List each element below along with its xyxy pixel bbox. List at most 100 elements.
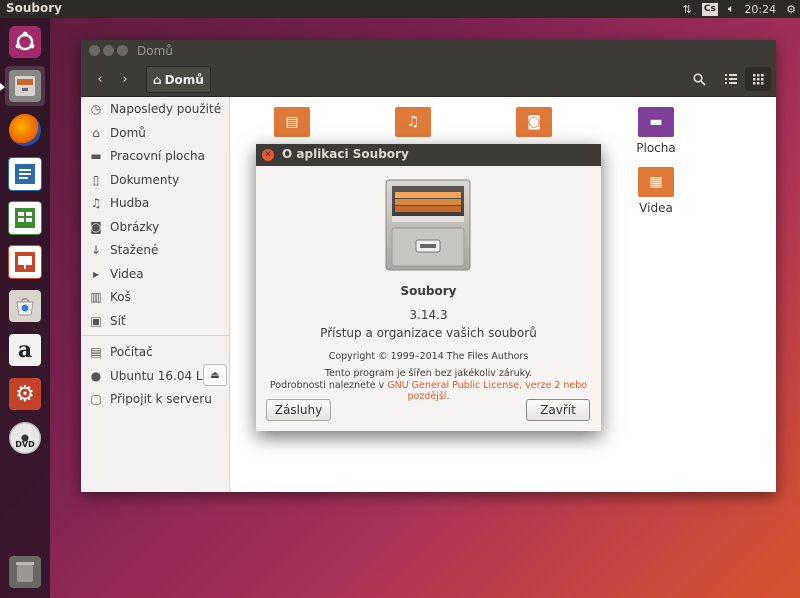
folder-item-videos[interactable]: ▦ Videa xyxy=(616,167,696,215)
home-icon: ⌂ xyxy=(92,126,100,140)
grid-view-icon xyxy=(752,73,763,84)
disc-icon: ● xyxy=(90,369,102,383)
launcher-dvd[interactable]: DVD xyxy=(5,418,45,458)
app-description: Přístup a organizace vašich souborů xyxy=(320,326,537,340)
network-icon: ▣ xyxy=(90,314,102,328)
breadcrumb-home: Domů xyxy=(164,72,204,87)
sidebar-item-label: Obrázky xyxy=(110,220,160,234)
sidebar: ◷ Naposledy použité ⌂ Domů ▬ Pracovní ploch… xyxy=(81,97,230,492)
copyright-text: Copyright © 1999–2014 The Files Authors xyxy=(328,351,529,362)
folder-label: Plocha xyxy=(636,141,676,155)
file-cabinet-icon xyxy=(384,178,472,272)
list-view-icon xyxy=(725,74,737,84)
toolbar: ‹ › ⌂ Domů xyxy=(81,62,776,97)
ubuntu-logo-icon xyxy=(9,26,41,58)
search-icon xyxy=(692,72,706,86)
dialog-title: O aplikaci Soubory xyxy=(282,147,409,161)
sidebar-item-home[interactable]: ⌂ Domů xyxy=(81,122,229,144)
folder-item[interactable]: ◙ xyxy=(494,107,574,141)
sidebar-item-connect-server[interactable]: ▢ Připojit k serveru xyxy=(81,388,229,410)
libreoffice-calc-icon xyxy=(8,201,42,235)
home-icon: ⌂ xyxy=(153,72,162,87)
amazon-icon: a xyxy=(9,334,41,366)
grid-view-button[interactable] xyxy=(745,67,771,91)
sidebar-item-label: Ubuntu 16.04 L... xyxy=(110,369,215,383)
top-panel-title: Soubory xyxy=(6,1,63,15)
window-minimize-button[interactable] xyxy=(103,45,114,56)
license-suffix: . xyxy=(446,391,450,402)
software-center-icon xyxy=(9,290,41,322)
music-folder-icon: ♫ xyxy=(395,107,431,137)
window-maximize-button[interactable] xyxy=(117,45,128,56)
video-folder-icon: ▦ xyxy=(638,167,674,197)
download-icon: ↓ xyxy=(90,243,102,257)
launcher-software[interactable] xyxy=(5,286,45,326)
sidebar-item-music[interactable]: ♫ Hudba xyxy=(81,192,229,214)
launcher-settings[interactable]: ⚙ xyxy=(5,374,45,414)
trash-icon: ▥ xyxy=(90,290,102,304)
file-cabinet-icon xyxy=(9,70,41,102)
launcher-calc[interactable] xyxy=(5,198,45,238)
dvd-icon: DVD xyxy=(9,422,41,454)
sidebar-item-downloads[interactable]: ↓ Stažené xyxy=(81,239,229,261)
clock[interactable]: 20:24 xyxy=(744,3,776,16)
launcher: a ⚙ DVD xyxy=(0,18,50,598)
launcher-files[interactable] xyxy=(5,66,45,106)
sidebar-item-pictures[interactable]: ◙ Obrázky xyxy=(81,216,229,238)
network-transfer-icon[interactable]: ⇅ xyxy=(683,3,692,16)
launcher-trash[interactable] xyxy=(5,552,45,592)
firefox-icon xyxy=(9,114,41,146)
sidebar-item-documents[interactable]: ▯ Dokumenty xyxy=(81,169,229,191)
gear-icon[interactable]: ⚙ xyxy=(786,3,796,16)
app-name: Soubory xyxy=(400,284,457,298)
launcher-amazon[interactable]: a xyxy=(5,330,45,370)
sidebar-item-network[interactable]: ▣ Síť xyxy=(81,310,229,332)
window-titlebar: Domů xyxy=(81,40,776,62)
libreoffice-impress-icon xyxy=(8,245,42,279)
sidebar-item-trash[interactable]: ▥ Koš xyxy=(81,286,229,308)
dialog-close-button[interactable]: ✕ xyxy=(262,149,274,161)
desktop-folder-icon: ▬ xyxy=(90,149,102,163)
app-version: 3.14.3 xyxy=(409,308,448,322)
sidebar-separator xyxy=(81,335,229,336)
breadcrumb[interactable]: ⌂ Domů xyxy=(146,66,211,93)
close-button[interactable]: Zavřít xyxy=(526,399,590,421)
keyboard-layout-indicator[interactable]: Cs xyxy=(701,2,718,16)
launcher-writer[interactable] xyxy=(5,154,45,194)
trash-icon xyxy=(9,556,41,588)
top-panel: Soubory ⇅ Cs 🔈︎ 20:24 ⚙ xyxy=(0,0,800,18)
back-button[interactable]: ‹ xyxy=(89,67,111,91)
search-button[interactable] xyxy=(687,67,711,91)
folder-item[interactable]: ▤ xyxy=(252,107,332,141)
sidebar-item-computer[interactable]: ▤ Počítač xyxy=(81,341,229,363)
list-view-button[interactable] xyxy=(719,67,743,91)
indicator-area: ⇅ Cs 🔈︎ 20:24 ⚙ xyxy=(683,0,796,18)
music-icon: ♫ xyxy=(90,196,102,210)
sidebar-item-label: Pracovní plocha xyxy=(110,149,205,163)
window-close-button[interactable] xyxy=(89,45,100,56)
sidebar-item-ubuntu-disc[interactable]: ● Ubuntu 16.04 L... ⏏ xyxy=(81,364,229,387)
folder-item[interactable]: ♫ xyxy=(373,107,453,141)
libreoffice-writer-icon xyxy=(8,157,42,191)
forward-button[interactable]: › xyxy=(114,67,136,91)
folder-item-desktop[interactable]: ▬ Plocha xyxy=(616,107,696,155)
launcher-impress[interactable] xyxy=(5,242,45,282)
sidebar-item-desktop[interactable]: ▬ Pracovní plocha xyxy=(81,145,229,167)
volume-icon[interactable]: 🔈︎ xyxy=(728,2,735,16)
launcher-firefox[interactable] xyxy=(5,110,45,150)
computer-icon: ▤ xyxy=(90,345,102,359)
sidebar-item-label: Připojit k serveru xyxy=(110,392,212,406)
folder-label: Videa xyxy=(639,201,673,215)
system-settings-icon: ⚙ xyxy=(9,378,41,410)
sidebar-item-recent[interactable]: ◷ Naposledy použité xyxy=(81,98,229,120)
connect-server-icon: ▢ xyxy=(90,392,102,406)
sidebar-item-label: Počítač xyxy=(110,345,153,359)
sidebar-item-label: Síť xyxy=(110,314,126,328)
sidebar-item-label: Naposledy použité xyxy=(110,102,222,116)
eject-button[interactable]: ⏏ xyxy=(203,364,227,386)
credits-button[interactable]: Zásluhy xyxy=(266,399,331,421)
sidebar-item-videos[interactable]: ▸ Videa xyxy=(81,263,229,285)
launcher-dash-home[interactable] xyxy=(5,22,45,62)
license-prefix: Podrobnosti naleznete v xyxy=(269,380,388,391)
sidebar-item-label: Hudba xyxy=(110,196,150,210)
